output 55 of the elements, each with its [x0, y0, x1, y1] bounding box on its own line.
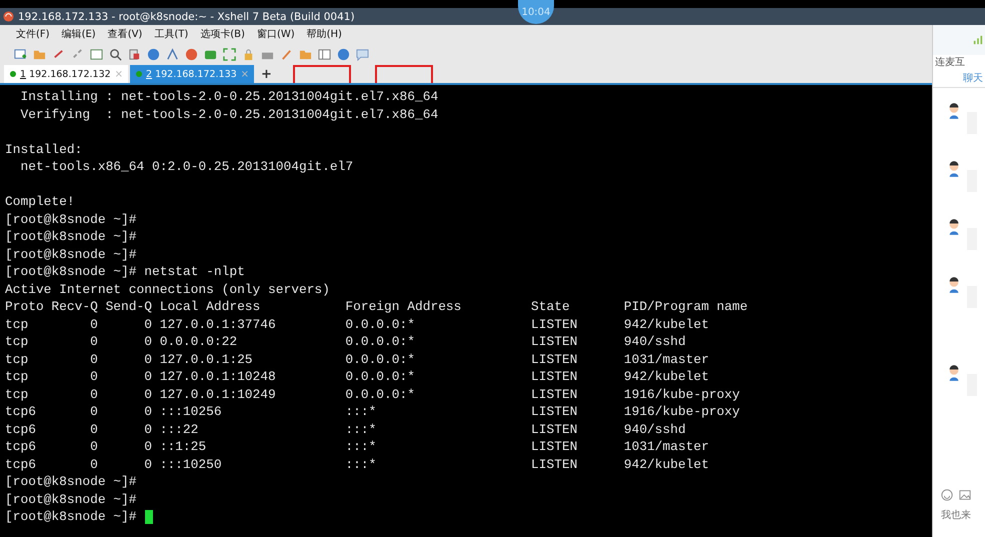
menu-item[interactable]: 编辑(E) — [62, 27, 96, 41]
terminal-line: tcp6 0 0 :::10256 :::* LISTEN 1916/kube-proxy — [5, 403, 741, 420]
text-cursor — [144, 510, 153, 524]
menu-item[interactable]: 窗口(W) — [256, 27, 295, 41]
new-tab-button[interactable]: + — [256, 65, 277, 83]
co-host-tab[interactable]: 连麦互 — [933, 55, 985, 71]
terminal-line: Complete! — [5, 193, 76, 210]
avatar-icon — [947, 102, 961, 120]
terminal-line: Verifying : net-tools-2.0-0.25.20131004git.el7.x86_64 — [19, 106, 440, 123]
menu-item[interactable]: 工具(T) — [154, 27, 188, 41]
fullscreen-icon[interactable] — [223, 48, 236, 60]
terminal-line: [root@k8snode ~]# — [5, 228, 138, 246]
properties-icon[interactable] — [90, 48, 103, 60]
emoji-icon[interactable] — [941, 489, 953, 501]
copy-icon[interactable] — [128, 48, 141, 60]
terminal-line: Active Internet connections (only servers) — [5, 280, 331, 298]
layout-icon[interactable] — [318, 48, 331, 60]
menu-item[interactable]: 文件(F) — [16, 27, 50, 41]
new-session-icon[interactable] — [14, 48, 27, 60]
window-title: 192.168.172.133 - root@k8snode:~ - Xshell 7 Beta (Build 0041) — [18, 10, 355, 22]
terminal-line: tcp 0 0 127.0.0.1:37746 0.0.0.0:* LISTEN 942/kubelet — [5, 316, 710, 333]
terminal-line: tcp 0 0 0.0.0.0:22 0.0.0.0:* LISTEN 940/sshd — [5, 333, 687, 350]
chat-tab[interactable]: 聊天 — [933, 71, 985, 88]
terminal-line: Installed: — [5, 140, 84, 158]
avatar-icon — [947, 364, 961, 382]
terminal-line: Proto Recv-Q Send-Q Local Address Foreign Address State PID/Program name — [5, 298, 749, 316]
avatar-icon — [947, 160, 961, 178]
terminal-line: tcp6 0 0 ::1:25 :::* LISTEN 1031/master — [5, 438, 710, 456]
chat-bubble-icon[interactable] — [356, 48, 369, 60]
terminal-line: tcp6 0 0 :::22 :::* LISTEN 940/sshd — [5, 420, 687, 438]
terminal-line: net-tools.x86_64 0:2.0-0.25.20131004git.el7 — [19, 158, 354, 176]
terminal-line: tcp 0 0 127.0.0.1:10249 0.0.0.0:* LISTEN 1916/kube-proxy — [5, 386, 741, 403]
terminal-line: [root@k8snode ~]# — [5, 210, 138, 228]
image-icon[interactable] — [959, 489, 971, 501]
terminal-line: tcp6 0 0 :::10250 :::* LISTEN 942/kubelet — [5, 456, 710, 473]
terminal-line: tcp 0 0 127.0.0.1:10248 0.0.0.0:* LISTEN 942/kubelet — [5, 368, 710, 386]
terminal-line: [root@k8snode ~]# — [5, 473, 138, 490]
menu-item[interactable]: 帮助(H) — [306, 27, 342, 41]
terminal-line: [root@k8snode ~]# — [5, 490, 138, 508]
session-tab[interactable]: 2 192.168.172.133 × — [130, 65, 254, 83]
avatar-icon — [947, 276, 961, 294]
session-tab[interactable]: 1 192.168.172.132 × — [4, 65, 128, 83]
search-icon[interactable] — [109, 48, 122, 60]
signal-icon — [973, 35, 983, 45]
lock-icon[interactable] — [242, 48, 255, 60]
menu-item[interactable]: 选项卡(B) — [200, 27, 245, 41]
terminal-line: Installing : net-tools-2.0-0.25.20131004git.el7.x86_64 — [19, 88, 440, 106]
menu-item[interactable]: 查看(V) — [108, 27, 142, 41]
terminal-line: [root@k8snode ~]# — [5, 246, 138, 263]
terminal-prompt: [root@k8snode ~]# — [5, 508, 137, 526]
terminal-line: [root@k8snode ~]# netstat -nlpt — [5, 263, 246, 280]
terminal-line: tcp 0 0 127.0.0.1:25 0.0.0.0:* LISTEN 1031/master — [5, 350, 710, 368]
app-logo-icon — [3, 11, 14, 22]
unlink-icon[interactable] — [71, 48, 84, 60]
avatar-icon — [947, 218, 961, 236]
